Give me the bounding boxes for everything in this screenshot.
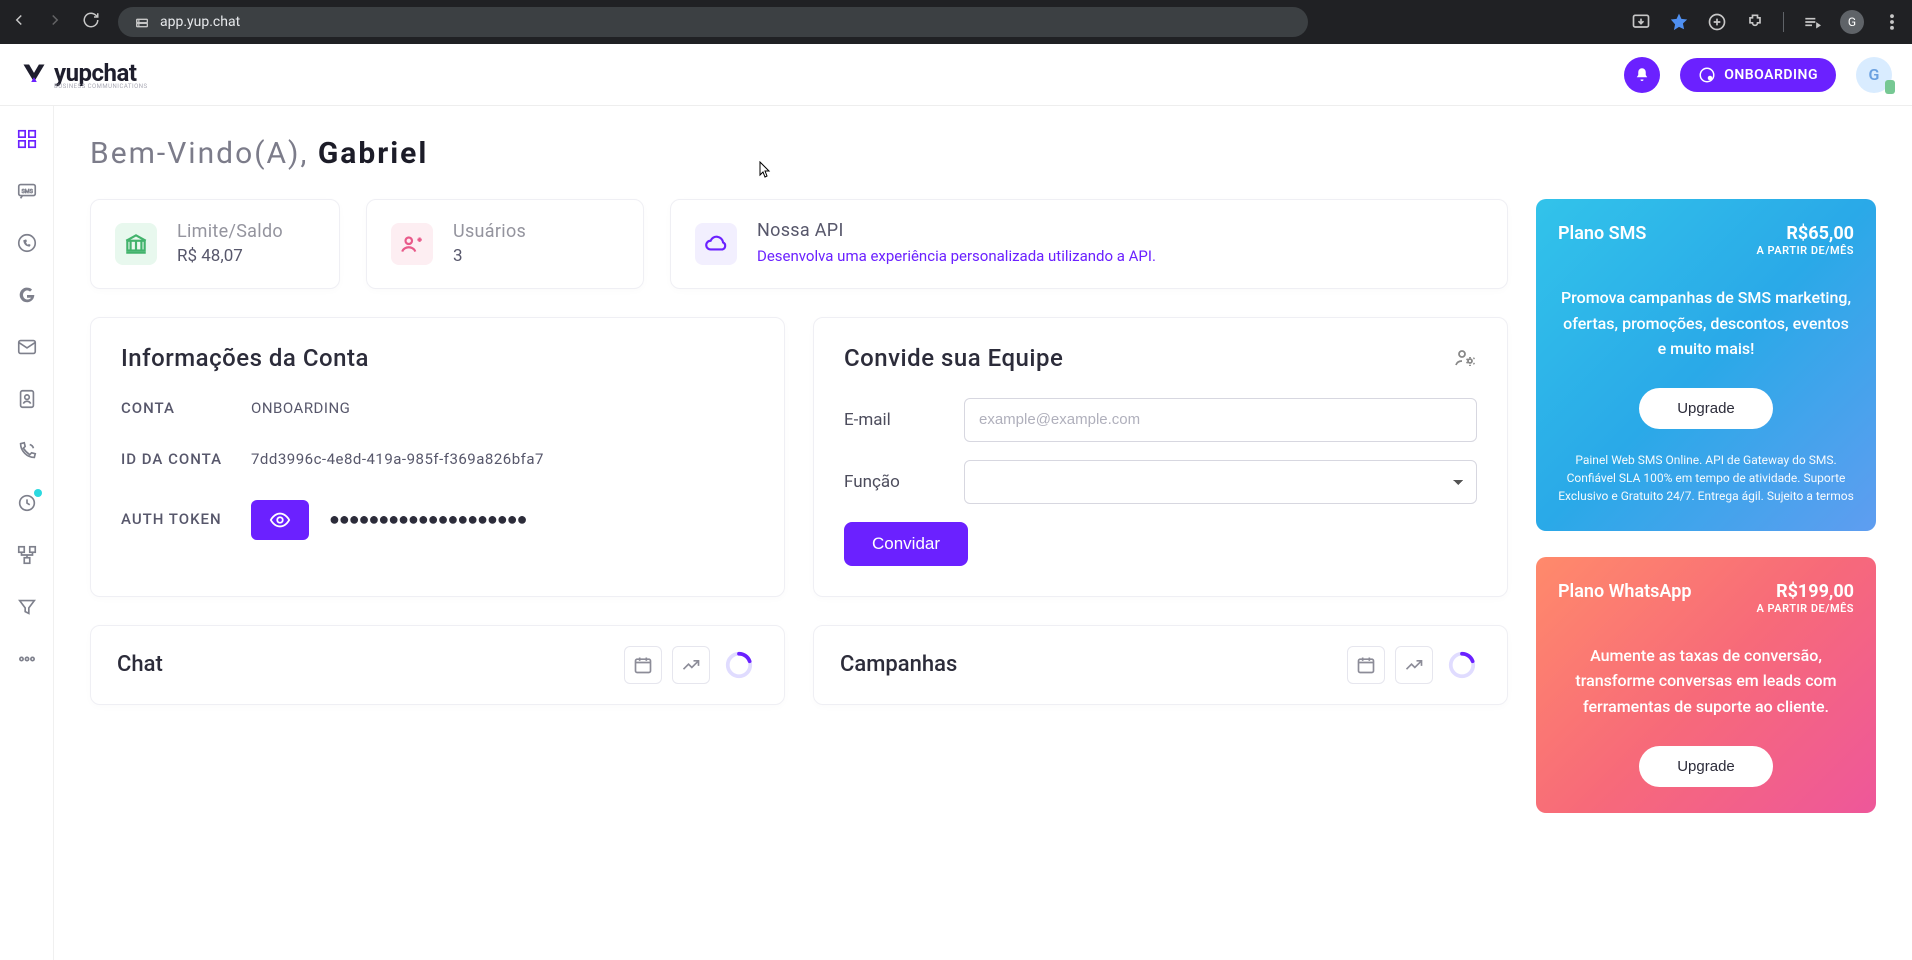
invite-heading: Convide sua Equipe <box>844 344 1063 372</box>
promo-sms-card: Plano SMS R$65,00 A PARTIR DE/MÊS Promov… <box>1536 199 1876 531</box>
promo-wa-price: R$199,00 <box>1756 581 1854 602</box>
cloud-icon <box>695 223 737 265</box>
welcome-name: Gabriel <box>318 136 428 171</box>
val-conta: ONBOARDING <box>251 399 754 417</box>
stat-balance-value: R$ 48,07 <box>177 246 283 266</box>
account-info-card: Informações da Conta CONTA ONBOARDING ID… <box>90 317 785 597</box>
bookmark-star-icon[interactable] <box>1669 12 1689 32</box>
promo-sms-name: Plano SMS <box>1558 223 1646 244</box>
install-app-icon[interactable] <box>1631 12 1651 32</box>
promo-sms-per: A PARTIR DE/MÊS <box>1756 244 1854 257</box>
sidebar-item-more[interactable] <box>16 648 38 670</box>
promo-wa-name: Plano WhatsApp <box>1558 581 1691 602</box>
site-info-icon <box>134 14 150 30</box>
val-account-id: 7dd3996c-4e8d-419a-985f-f369a826bfa7 <box>251 450 754 468</box>
sidebar-item-contacts[interactable] <box>16 388 38 410</box>
browser-chrome: app.yup.chat G <box>0 0 1912 44</box>
sidebar-item-filter[interactable] <box>16 596 38 618</box>
stat-api-title: Nossa API <box>757 220 1156 241</box>
team-settings-icon[interactable] <box>1453 346 1477 370</box>
stat-api-desc: Desenvolva uma experiência personalizada… <box>757 245 1156 268</box>
notifications-button[interactable] <box>1624 57 1660 93</box>
eye-icon <box>269 509 291 531</box>
token-masked: ●●●●●●●●●●●●●●●●●●●● <box>329 509 526 530</box>
reload-icon[interactable] <box>82 11 100 33</box>
app-header: yupchat BUSINESS COMMUNICATIONS ONBOARDI… <box>0 44 1912 106</box>
stat-card-users: Usuários 3 <box>366 199 644 289</box>
sidebar-item-dashboard[interactable] <box>16 128 38 150</box>
forward-icon[interactable] <box>46 11 64 33</box>
lbl-auth-token: AUTH TOKEN <box>121 509 251 530</box>
role-select[interactable] <box>964 460 1477 504</box>
sidebar-item-google[interactable] <box>16 284 38 306</box>
welcome-prefix: Bem-Vindo(A), <box>90 136 318 171</box>
promo-wa-desc: Aumente as taxas de conversão, transform… <box>1558 643 1854 720</box>
profile-avatar[interactable]: G <box>1840 10 1864 34</box>
logo-mark-icon <box>20 61 48 89</box>
campaigns-trend-button[interactable] <box>1395 646 1433 684</box>
campaigns-loading-icon <box>1443 646 1481 684</box>
new-tab-icon[interactable] <box>1707 12 1727 32</box>
logo[interactable]: yupchat BUSINESS COMMUNICATIONS <box>20 59 148 90</box>
chat-trend-button[interactable] <box>672 646 710 684</box>
sidebar-item-whatsapp[interactable] <box>16 232 38 254</box>
bank-icon <box>115 223 157 265</box>
user-avatar[interactable]: G <box>1856 57 1892 93</box>
chat-calendar-button[interactable] <box>624 646 662 684</box>
separator <box>1783 12 1784 32</box>
email-input[interactable] <box>964 398 1477 442</box>
lbl-email: E-mail <box>844 410 944 430</box>
extensions-icon[interactable] <box>1745 12 1765 32</box>
promo-sms-upgrade-button[interactable]: Upgrade <box>1639 388 1773 429</box>
promo-sms-price: R$65,00 <box>1756 223 1854 244</box>
reveal-token-button[interactable] <box>251 500 309 540</box>
sidebar-item-flows[interactable] <box>16 544 38 566</box>
users-icon <box>391 223 433 265</box>
campaigns-title: Campanhas <box>840 652 957 677</box>
chat-title: Chat <box>117 652 163 677</box>
back-icon[interactable] <box>10 11 28 33</box>
address-bar[interactable]: app.yup.chat <box>118 7 1308 37</box>
promo-sms-foot: Painel Web SMS Online. API de Gateway do… <box>1558 451 1854 505</box>
url-text: app.yup.chat <box>160 14 240 30</box>
promo-wa-per: A PARTIR DE/MÊS <box>1756 602 1854 615</box>
sidebar-item-insights[interactable] <box>16 492 38 514</box>
lbl-account-id: ID DA CONTA <box>121 449 251 470</box>
promo-wa-upgrade-button[interactable]: Upgrade <box>1639 746 1773 787</box>
campaigns-calendar-button[interactable] <box>1347 646 1385 684</box>
onboarding-label: ONBOARDING <box>1724 67 1818 83</box>
invite-team-card: Convide sua Equipe E-mail Função Convida… <box>813 317 1508 597</box>
media-icon[interactable] <box>1802 12 1822 32</box>
onboarding-icon <box>1698 66 1716 84</box>
stat-card-balance: Limite/Saldo R$ 48,07 <box>90 199 340 289</box>
onboarding-pill[interactable]: ONBOARDING <box>1680 58 1836 92</box>
chat-loading-icon <box>720 646 758 684</box>
stat-users-title: Usuários <box>453 221 526 242</box>
chat-panel: Chat <box>90 625 785 705</box>
stat-balance-title: Limite/Saldo <box>177 221 283 242</box>
svg-text:SMS: SMS <box>21 189 33 195</box>
lbl-conta: CONTA <box>121 398 251 419</box>
stat-card-api[interactable]: Nossa API Desenvolva uma experiência per… <box>670 199 1508 289</box>
promo-sms-desc: Promova campanhas de SMS marketing, ofer… <box>1558 285 1854 362</box>
lbl-role: Função <box>844 472 944 492</box>
promo-whatsapp-card: Plano WhatsApp R$199,00 A PARTIR DE/MÊS … <box>1536 557 1876 813</box>
welcome-heading: Bem-Vindo(A), Gabriel <box>90 136 1876 171</box>
campaigns-panel: Campanhas <box>813 625 1508 705</box>
logo-subtitle: BUSINESS COMMUNICATIONS <box>54 83 148 90</box>
stat-users-value: 3 <box>453 246 526 266</box>
sidebar-item-voice[interactable] <box>16 440 38 462</box>
sidebar: SMS <box>0 106 54 960</box>
menu-icon[interactable] <box>1882 12 1902 32</box>
invite-button[interactable]: Convidar <box>844 522 968 566</box>
account-info-heading: Informações da Conta <box>121 344 754 372</box>
sidebar-item-email[interactable] <box>16 336 38 358</box>
bell-icon <box>1633 66 1651 84</box>
sidebar-item-sms[interactable]: SMS <box>16 180 38 202</box>
